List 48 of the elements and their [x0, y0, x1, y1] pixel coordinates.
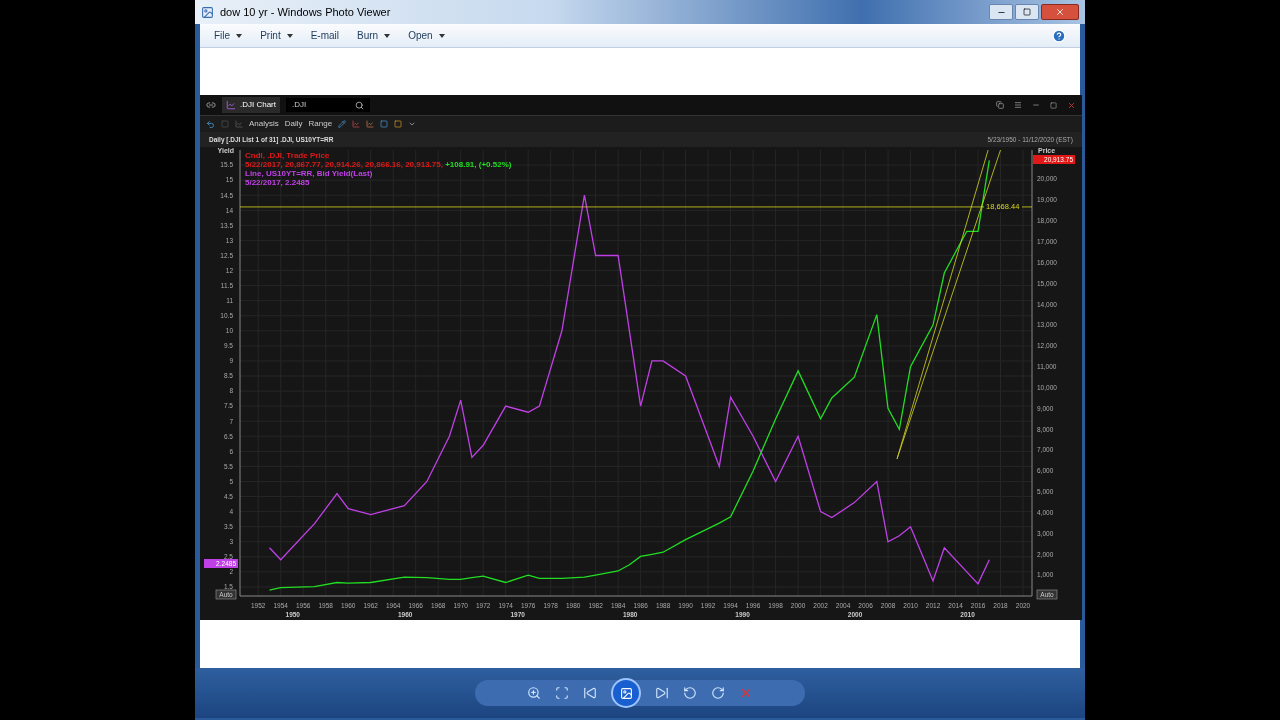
search-field[interactable]: .DJI [286, 98, 370, 112]
fit-icon[interactable] [555, 686, 569, 700]
caret-icon [438, 33, 445, 38]
toolbar-dropdown[interactable]: Daily [284, 118, 303, 130]
chart-icon [226, 100, 236, 110]
next-icon[interactable] [655, 686, 669, 700]
caret-icon [384, 33, 391, 38]
rotate-left-icon[interactable] [683, 686, 697, 700]
more-icon[interactable] [408, 120, 417, 128]
caret-icon [236, 33, 243, 38]
minimize-icon[interactable] [1032, 101, 1040, 109]
legend-text: 5/22/2017, 2.2485 [245, 178, 310, 187]
chart-tab[interactable]: .DJI Chart [222, 97, 280, 113]
chart-type-icon[interactable] [352, 120, 361, 128]
draw-icon[interactable] [338, 120, 347, 128]
picture-icon [619, 686, 633, 700]
toolbar-dropdown[interactable]: Analysis [249, 118, 279, 130]
minimize-button[interactable] [989, 4, 1013, 20]
close-icon [1055, 7, 1065, 17]
maximize-icon [1023, 8, 1031, 16]
compare-icon[interactable] [366, 120, 375, 128]
previous-icon[interactable] [583, 686, 597, 700]
legend-text: Line, US10YT=RR, Bid Yield(Last) [245, 169, 373, 178]
window-title: dow 10 yr - Windows Photo Viewer [220, 4, 391, 20]
menu-item[interactable]: File [214, 28, 243, 43]
toolbar-dropdown[interactable]: Range [308, 118, 333, 130]
menu-item[interactable]: E-mail [310, 28, 340, 43]
close-button[interactable] [1041, 4, 1079, 20]
menu-item[interactable]: Print [260, 28, 293, 43]
close-icon[interactable] [1067, 100, 1076, 110]
help-icon[interactable] [1052, 28, 1066, 43]
caret-icon [286, 33, 293, 38]
menu-item[interactable]: Open [408, 28, 445, 43]
rotate-right-icon[interactable] [711, 686, 725, 700]
maximize-icon[interactable] [1050, 101, 1057, 109]
menu-item[interactable]: Burn [357, 28, 391, 43]
maximize-button[interactable] [1015, 4, 1039, 20]
line-chart-icon[interactable] [235, 120, 243, 128]
layout-icon[interactable] [996, 101, 1004, 109]
zoom-icon[interactable] [527, 686, 541, 700]
menu-icon[interactable] [1014, 101, 1022, 109]
legend-text: Cndl, .DJI, Trade Price [245, 151, 330, 160]
undo-icon[interactable] [206, 119, 215, 129]
link-icon[interactable] [206, 100, 216, 110]
app-icon [201, 5, 214, 19]
slideshow-button[interactable] [611, 678, 641, 708]
search-icon [355, 100, 364, 110]
legend-text: 5/22/2017, 20,867.77, 20,914.26, 20,866.16, 20,913.75, +108.91, (+0.52%) [245, 160, 512, 169]
